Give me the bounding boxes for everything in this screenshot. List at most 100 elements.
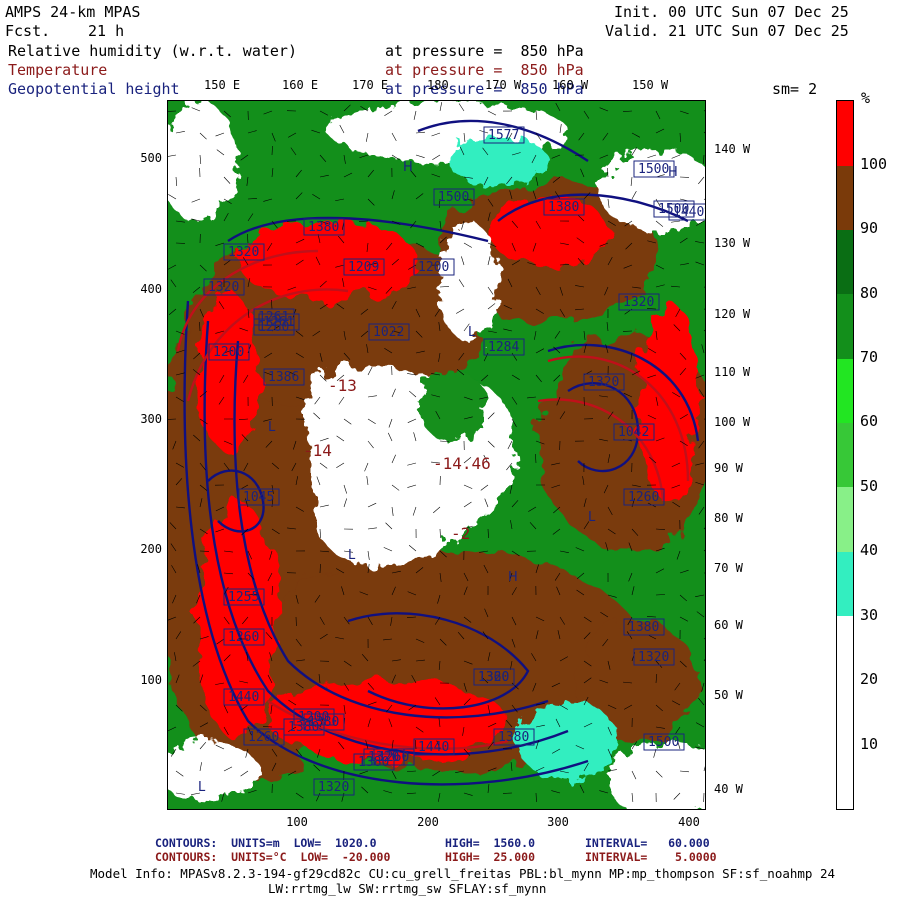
colorbar-label: 100 bbox=[860, 155, 888, 173]
rh-field-label: Relative humidity (w.r.t. water) bbox=[8, 42, 297, 60]
lon-label-top: 160 E bbox=[282, 78, 319, 92]
contour-label: 1500 bbox=[648, 735, 679, 750]
colorbar-label: 70 bbox=[860, 348, 879, 366]
model-info: Model Info: MPASv8.2.3-194-gf29cd82c CU:… bbox=[90, 866, 836, 881]
colorbar bbox=[836, 100, 854, 810]
map-fields-svg: 1577 1500 1500 1500 1380 1440 1380 1320 1261 1209… bbox=[168, 101, 705, 809]
temp-value-label: -14.46 bbox=[433, 454, 491, 473]
contour-label: 1380 bbox=[308, 220, 339, 235]
forecast-label: Fcst. bbox=[5, 22, 51, 40]
model-info-continued: LW:rrtmg_lw SW:rrtmg_sw SFLAY:sf_mynn bbox=[268, 881, 547, 896]
contour-label: 1022 bbox=[373, 325, 404, 340]
contour-label: 1200 bbox=[418, 260, 449, 275]
y-tick-label: 300 bbox=[140, 412, 162, 426]
smoothing-label: sm= 2 bbox=[772, 80, 818, 98]
colorbar-label: 30 bbox=[860, 606, 879, 624]
contour-info-temp: CONTOURS: UNITS=°C LOW= -20.000 bbox=[155, 850, 391, 864]
contour-label: 1045 bbox=[243, 490, 274, 505]
contour-label: 1284 bbox=[488, 340, 519, 355]
lon-label-top: 160 W bbox=[552, 78, 589, 92]
colorbar-segment bbox=[837, 552, 853, 616]
weather-map: 1577 1500 1500 1500 1380 1440 1380 1320 1261 1209… bbox=[167, 100, 706, 810]
colorbar-segment bbox=[837, 230, 853, 294]
lon-label-right: 140 W bbox=[714, 142, 751, 156]
contour-label: 1320 bbox=[623, 295, 654, 310]
lon-label-top: 150 W bbox=[632, 78, 669, 92]
lon-label-right: 40 W bbox=[714, 782, 743, 796]
x-tick-label: 400 bbox=[678, 815, 700, 829]
contour-label: 1260 bbox=[248, 730, 279, 745]
contour-label: 1380 bbox=[548, 200, 579, 215]
center-letter: L bbox=[588, 510, 596, 525]
center-letter: L bbox=[268, 420, 276, 435]
center-letter: H bbox=[403, 160, 413, 175]
lon-label-right: 70 W bbox=[714, 561, 743, 575]
contour-label: 1577 bbox=[488, 128, 519, 143]
temp-value-label: -2 bbox=[451, 524, 470, 543]
lon-label-right: 80 W bbox=[714, 511, 743, 525]
contour-label: 1260 bbox=[628, 490, 659, 505]
contour-label: 1500 bbox=[638, 162, 669, 177]
contour-label: 1261 bbox=[263, 315, 294, 330]
lon-label-top: 180 bbox=[427, 78, 449, 92]
y-tick-label: 100 bbox=[140, 673, 162, 687]
contour-label: 1386 bbox=[268, 370, 299, 385]
contour-label: 1209 bbox=[348, 260, 379, 275]
lon-label-top: 170 E bbox=[352, 78, 389, 92]
colorbar-label: 80 bbox=[860, 284, 879, 302]
geo-field-label: Geopotential height bbox=[8, 80, 180, 98]
colorbar-label: 60 bbox=[860, 412, 879, 430]
contour-label: 1320 bbox=[228, 245, 259, 260]
colorbar-segment bbox=[837, 166, 853, 230]
center-letter: L bbox=[348, 548, 356, 563]
contour-label: 1440 bbox=[673, 205, 704, 220]
lon-label-right: 90 W bbox=[714, 461, 743, 475]
contour-label: 1380 bbox=[308, 715, 339, 730]
colorbar-label: 10 bbox=[860, 735, 879, 753]
contour-label: 1260 bbox=[378, 750, 409, 765]
contour-label: 1500 bbox=[438, 190, 469, 205]
model-title: AMPS 24-km MPAS bbox=[5, 3, 141, 21]
center-letter: L bbox=[198, 780, 206, 795]
lon-label-top: 170 W bbox=[485, 78, 522, 92]
contour-label: 1320 bbox=[318, 780, 349, 795]
colorbar-label: 20 bbox=[860, 670, 879, 688]
x-tick-label: 200 bbox=[417, 815, 439, 829]
center-letter: L bbox=[468, 325, 476, 340]
contour-info-temp-high: HIGH= 25.000 bbox=[445, 850, 536, 864]
temp-value-label: -14 bbox=[303, 441, 332, 460]
colorbar-segment bbox=[837, 423, 853, 487]
contour-info-geo-interval: INTERVAL= 60.000 bbox=[585, 836, 710, 850]
contour-label: 1360 bbox=[478, 670, 509, 685]
colorbar-label: 90 bbox=[860, 219, 879, 237]
contour-label: 1042 bbox=[618, 425, 649, 440]
forecast-value: 21 h bbox=[88, 22, 125, 40]
contour-label: 1255 bbox=[228, 590, 259, 605]
colorbar-label: 40 bbox=[860, 541, 879, 559]
contour-info-temp-interval: INTERVAL= 5.0000 bbox=[585, 850, 717, 864]
lon-label-right: 110 W bbox=[714, 365, 751, 379]
x-tick-label: 300 bbox=[547, 815, 569, 829]
y-tick-label: 400 bbox=[140, 282, 162, 296]
contour-info-geo: CONTOURS: UNITS=m LOW= 1020.0 bbox=[155, 836, 377, 850]
contour-label: 1320 bbox=[588, 375, 619, 390]
contour-label: 1320 bbox=[208, 280, 239, 295]
temp-value-label: -13 bbox=[328, 376, 357, 395]
colorbar-segment bbox=[837, 359, 853, 423]
valid-time: Valid. 21 UTC Sun 07 Dec 25 bbox=[605, 22, 849, 40]
colorbar-label: 50 bbox=[860, 477, 879, 495]
init-time: Init. 00 UTC Sun 07 Dec 25 bbox=[614, 3, 849, 21]
contour-label: 1320 bbox=[638, 650, 669, 665]
colorbar-segment bbox=[837, 616, 853, 809]
colorbar-segment bbox=[837, 294, 853, 359]
lon-label-top: 150 E bbox=[204, 78, 241, 92]
rh-level-label: at pressure = 850 hPa bbox=[385, 42, 584, 60]
lon-label-right: 60 W bbox=[714, 618, 743, 632]
contour-label: 1440 bbox=[418, 740, 449, 755]
lon-label-right: 100 W bbox=[714, 415, 751, 429]
colorbar-segment bbox=[837, 487, 853, 552]
lon-label-right: 120 W bbox=[714, 307, 751, 321]
x-tick-label: 100 bbox=[286, 815, 308, 829]
colorbar-segment bbox=[837, 101, 853, 166]
contour-label: 1440 bbox=[228, 690, 259, 705]
